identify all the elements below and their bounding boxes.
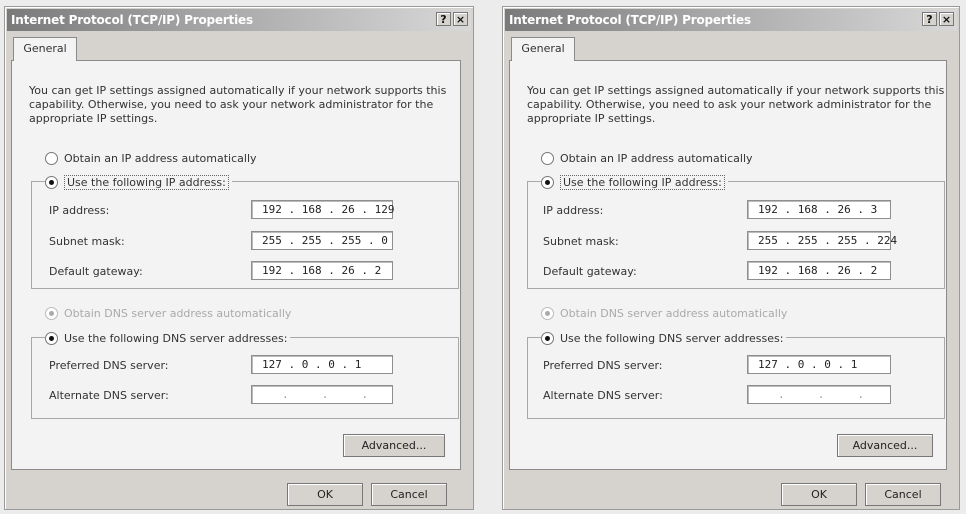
ip-address-field[interactable]: 192 . 168 . 26 . 3 xyxy=(747,200,891,219)
alternate-dns-field[interactable]: . . . xyxy=(747,385,891,404)
ok-button[interactable]: OK xyxy=(287,483,363,506)
radio-button-selected-icon xyxy=(541,331,554,345)
intro-text: You can get IP settings assigned automat… xyxy=(29,84,447,125)
tab-general[interactable]: General xyxy=(511,37,575,61)
radio-obtain-ip-auto[interactable]: Obtain an IP address automatically xyxy=(541,150,753,166)
radio-use-following-dns[interactable]: Use the following DNS server addresses: xyxy=(541,330,787,346)
radio-obtain-dns-auto[interactable]: Obtain DNS server address automatically xyxy=(541,305,787,321)
radio-use-following-ip[interactable]: Use the following IP address: xyxy=(45,174,232,190)
advanced-button[interactable]: Advanced... xyxy=(343,434,445,457)
radio-label: Obtain DNS server address automatically xyxy=(560,306,788,320)
preferred-dns-field[interactable]: 127 . 0 . 0 . 1 xyxy=(747,355,891,374)
radio-label: Use the following IP address: xyxy=(64,174,229,190)
default-gateway-label: Default gateway: xyxy=(543,265,637,278)
radio-label: Use the following IP address: xyxy=(560,174,725,190)
close-button[interactable]: × xyxy=(453,12,468,26)
radio-use-following-dns[interactable]: Use the following DNS server addresses: xyxy=(45,330,291,346)
ip-address-field[interactable]: 192 . 168 . 26 . 129 xyxy=(251,200,394,219)
radio-use-following-ip[interactable]: Use the following IP address: xyxy=(541,174,728,190)
close-button[interactable]: × xyxy=(939,12,954,26)
radio-label: Obtain DNS server address automatically xyxy=(64,306,292,320)
preferred-dns-label: Preferred DNS server: xyxy=(543,359,663,372)
default-gateway-field[interactable]: 192 . 168 . 26 . 2 xyxy=(251,261,393,280)
tcpip-properties-dialog-2: Internet Protocol (TCP/IP) Properties ? … xyxy=(502,6,960,510)
radio-obtain-ip-auto[interactable]: Obtain an IP address automatically xyxy=(45,150,257,166)
tab-general[interactable]: General xyxy=(13,37,77,61)
ip-address-label: IP address: xyxy=(543,204,604,217)
subnet-mask-label: Subnet mask: xyxy=(543,235,619,248)
radio-button-selected-icon xyxy=(541,306,554,320)
radio-label: Obtain an IP address automatically xyxy=(560,151,753,165)
radio-button-icon xyxy=(45,151,58,165)
window-title: Internet Protocol (TCP/IP) Properties xyxy=(11,13,253,27)
alternate-dns-label: Alternate DNS server: xyxy=(543,389,663,402)
dns-group-box xyxy=(31,337,459,419)
advanced-button[interactable]: Advanced... xyxy=(837,434,933,457)
default-gateway-label: Default gateway: xyxy=(49,265,143,278)
window-title: Internet Protocol (TCP/IP) Properties xyxy=(509,13,751,27)
alternate-dns-label: Alternate DNS server: xyxy=(49,389,169,402)
ip-address-label: IP address: xyxy=(49,204,110,217)
preferred-dns-label: Preferred DNS server: xyxy=(49,359,169,372)
help-button[interactable]: ? xyxy=(436,12,451,26)
alternate-dns-field[interactable]: . . . xyxy=(251,385,393,404)
preferred-dns-field[interactable]: 127 . 0 . 0 . 1 xyxy=(251,355,393,374)
cancel-button[interactable]: Cancel xyxy=(865,483,941,506)
radio-label: Use the following DNS server addresses: xyxy=(560,331,784,345)
help-button[interactable]: ? xyxy=(922,12,937,26)
radio-button-selected-icon xyxy=(45,306,58,320)
ok-button[interactable]: OK xyxy=(781,483,857,506)
radio-obtain-dns-auto[interactable]: Obtain DNS server address automatically xyxy=(45,305,291,321)
dns-group-box xyxy=(527,337,945,419)
radio-label: Obtain an IP address automatically xyxy=(64,151,257,165)
default-gateway-field[interactable]: 192 . 168 . 26 . 2 xyxy=(747,261,891,280)
radio-button-icon xyxy=(541,151,554,165)
tcpip-properties-dialog-1: Internet Protocol (TCP/IP) Properties ? … xyxy=(4,6,474,510)
title-bar[interactable]: Internet Protocol (TCP/IP) Properties ? … xyxy=(7,9,471,31)
title-bar[interactable]: Internet Protocol (TCP/IP) Properties ? … xyxy=(505,9,957,31)
subnet-mask-field[interactable]: 255 . 255 . 255 . 224 xyxy=(747,231,897,250)
cancel-button[interactable]: Cancel xyxy=(371,483,447,506)
radio-label: Use the following DNS server addresses: xyxy=(64,331,288,345)
subnet-mask-field[interactable]: 255 . 255 . 255 . 0 xyxy=(251,231,393,250)
radio-button-selected-icon xyxy=(45,175,58,189)
subnet-mask-label: Subnet mask: xyxy=(49,235,125,248)
radio-button-selected-icon xyxy=(541,175,554,189)
intro-text: You can get IP settings assigned automat… xyxy=(527,84,945,125)
radio-button-selected-icon xyxy=(45,331,58,345)
